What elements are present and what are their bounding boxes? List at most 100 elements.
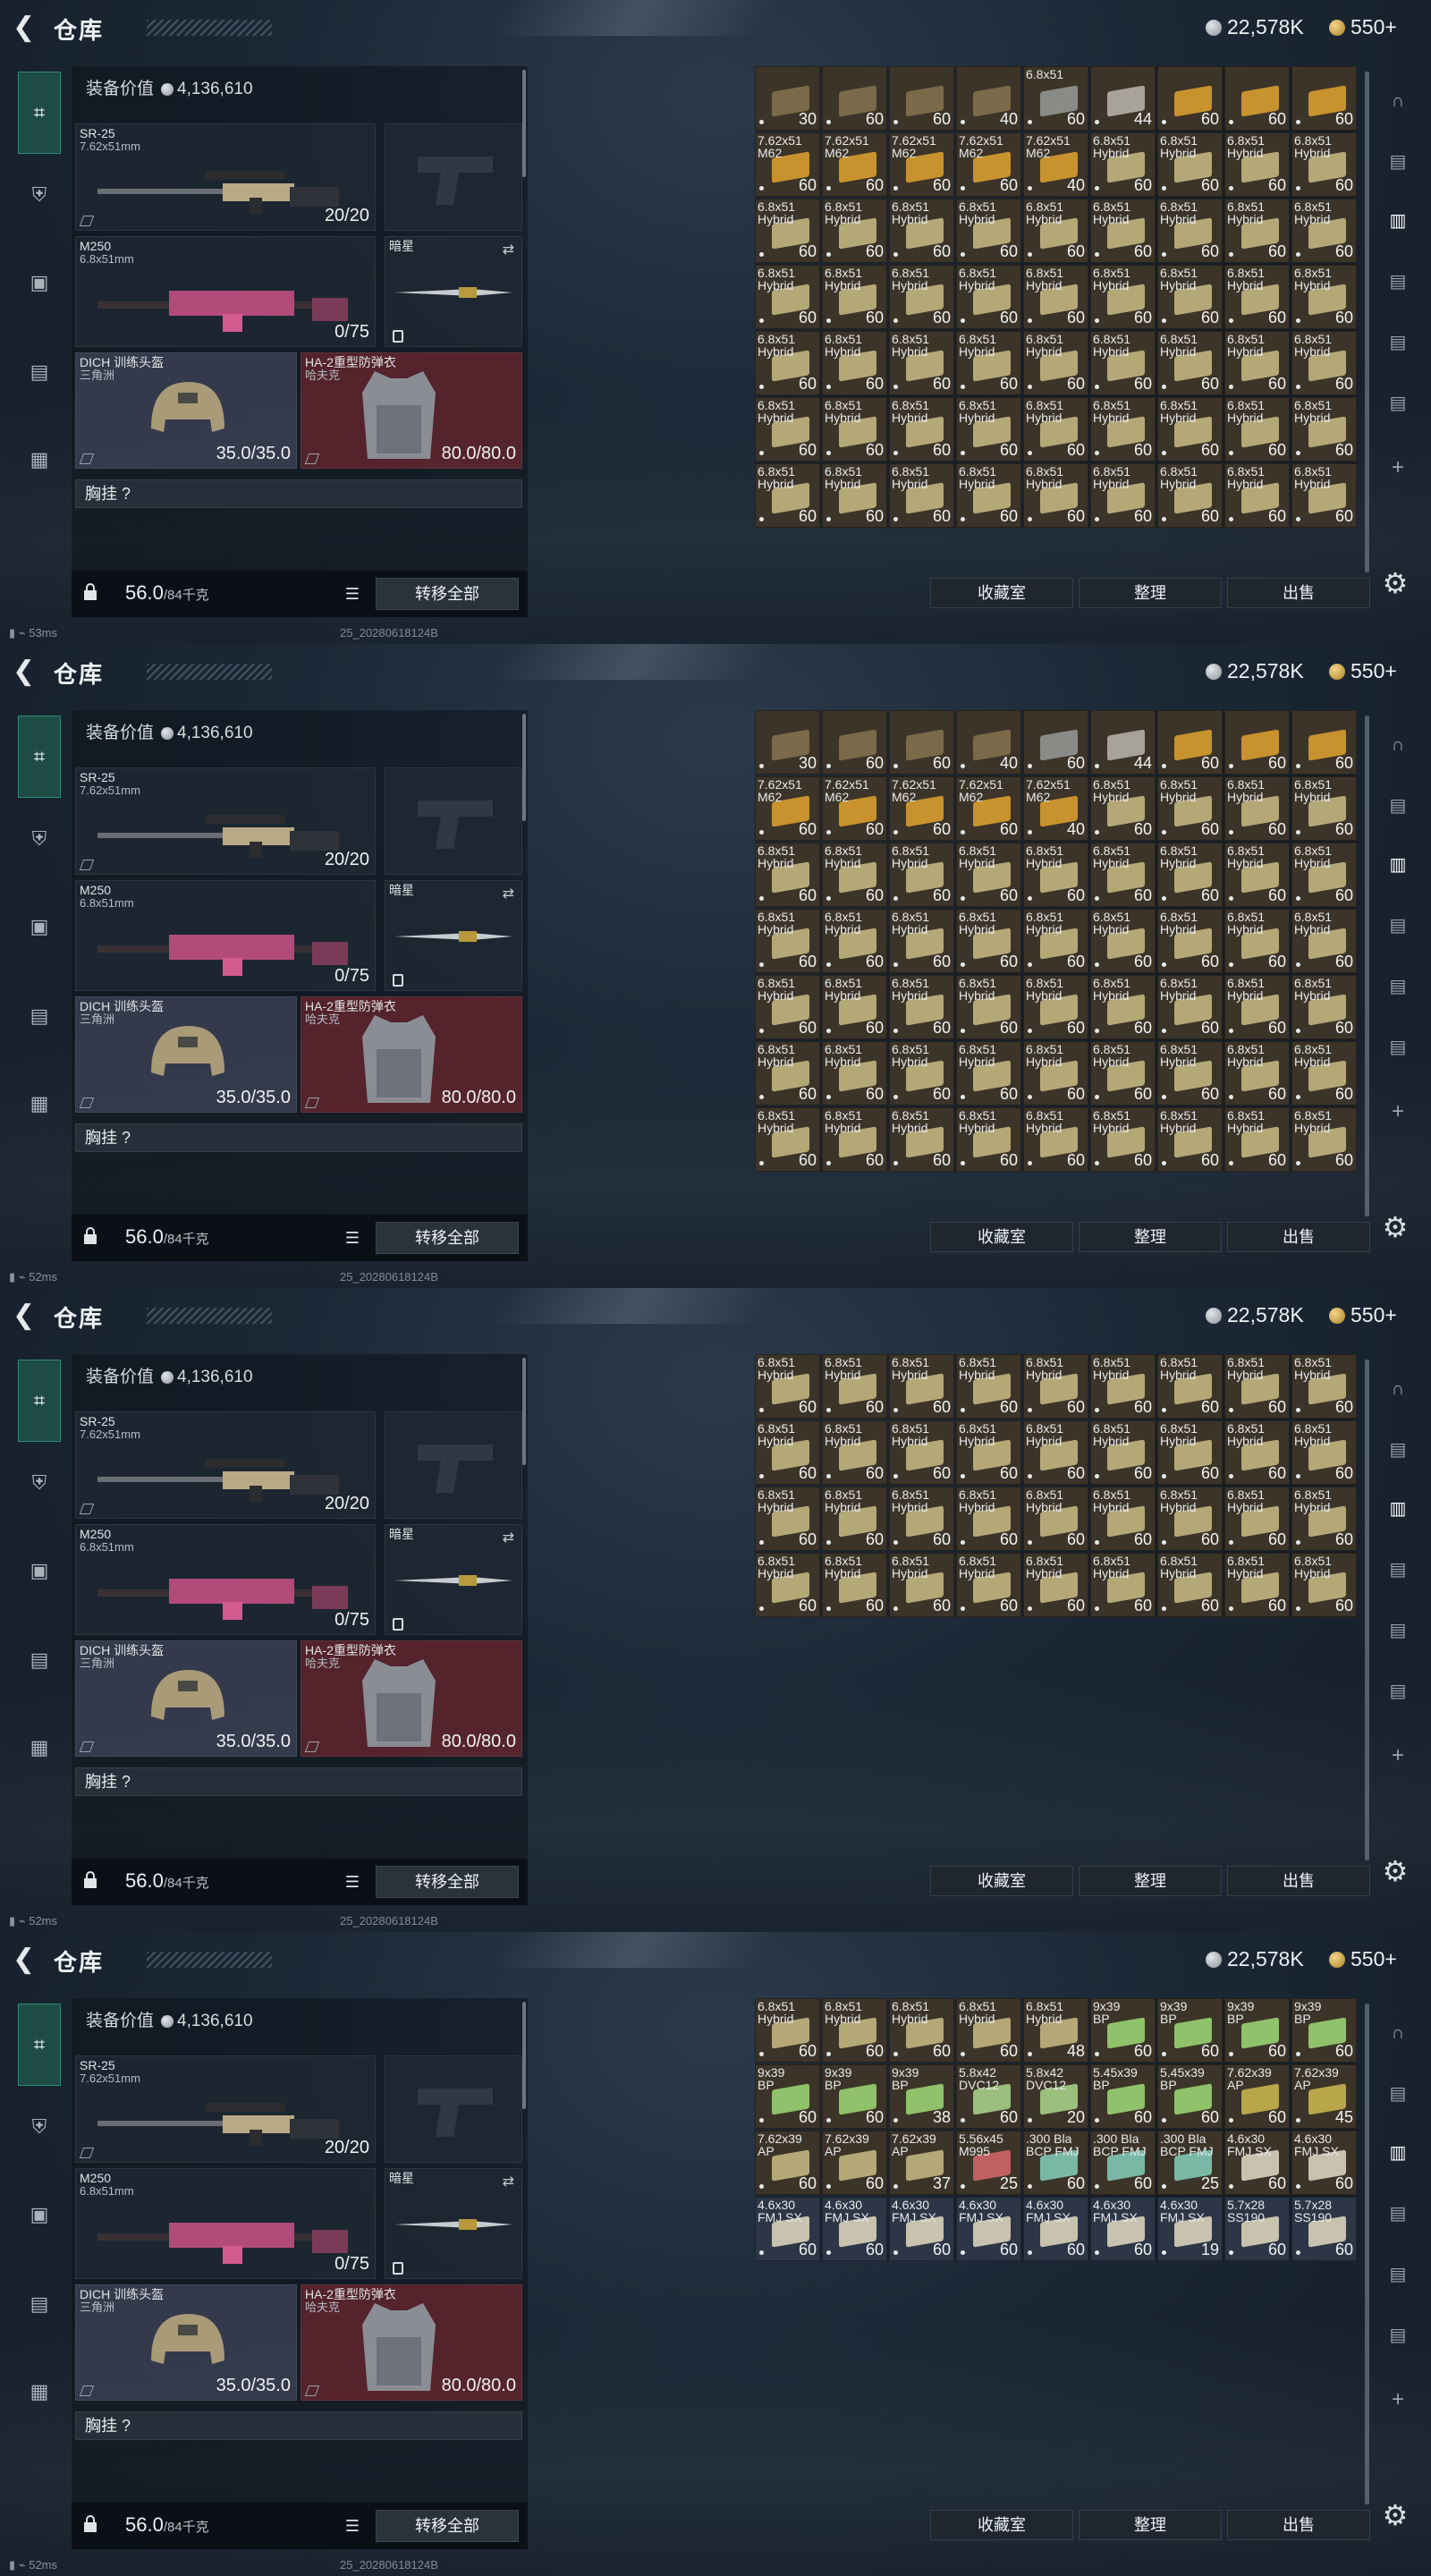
ammo-stack-cell[interactable]: 9x39 BP 60 — [1291, 1998, 1357, 2063]
ammo-stack-cell[interactable]: 6.8x51 Hybrid 60 — [755, 909, 820, 973]
melee-slot[interactable]: 暗星 ⇄ — [385, 236, 522, 347]
ammo-stack-cell[interactable]: 6.8x51 Hybrid 60 — [1157, 1041, 1223, 1106]
stash-tab-icon[interactable]: ▤ — [1377, 2193, 1418, 2234]
ammo-stack-cell[interactable]: 60 — [1157, 710, 1223, 775]
ammo-stack-cell[interactable]: 7.62x51 M62 60 — [889, 776, 954, 841]
stash-tab-icon[interactable]: ▤ — [1377, 322, 1418, 363]
ammo-stack-cell[interactable]: 60 — [1157, 66, 1223, 131]
ammo-stack-cell[interactable]: 6.8x51 Hybrid 60 — [755, 265, 820, 329]
clipboard-icon[interactable]: ▤ — [18, 995, 61, 1038]
ammo-stack-cell[interactable]: 6.8x51 Hybrid 60 — [1291, 776, 1357, 841]
ammo-stack-cell[interactable]: 6.8x51 Hybrid 60 — [889, 1041, 954, 1106]
briefcase-icon[interactable]: ▦ — [18, 1082, 61, 1125]
stash-tab-active-icon[interactable]: ▥ — [1377, 200, 1418, 242]
ammo-stack-cell[interactable]: 6.8x51 Hybrid 60 — [1090, 397, 1156, 462]
stash-tab-iv-icon[interactable]: ▤ — [1377, 2073, 1418, 2114]
ammo-stack-cell[interactable]: 6.8x51 Hybrid 60 — [1157, 1553, 1223, 1617]
ammo-stack-cell[interactable]: 6.8x51 Hybrid 60 — [1090, 1420, 1156, 1485]
storage-arch-icon[interactable]: ∩ — [1377, 2012, 1418, 2054]
armor-icon[interactable]: ⛨ — [18, 818, 61, 860]
ammo-stack-cell[interactable]: 9x39 BP 60 — [822, 2064, 887, 2129]
add-tab-icon[interactable]: + — [1377, 1735, 1418, 1776]
ammo-stack-cell[interactable]: 6.8x51 Hybrid 60 — [1157, 199, 1223, 263]
ammo-stack-cell[interactable]: 6.8x51 Hybrid 60 — [1224, 909, 1290, 973]
ammo-stack-cell[interactable]: 6.8x51 Hybrid 60 — [956, 1354, 1021, 1419]
secondary-weapon-slot[interactable]: M250 6.8x51mm 0/75 — [75, 1524, 376, 1635]
clipboard-icon[interactable]: ▤ — [18, 1639, 61, 1682]
storage-arch-icon[interactable]: ∩ — [1377, 724, 1418, 766]
ammo-stack-cell[interactable]: 60 — [1023, 710, 1088, 775]
silver-currency[interactable]: 22,578K — [1206, 658, 1304, 683]
ammo-stack-cell[interactable]: 4.6x30 FMJ SX 60 — [1090, 2197, 1156, 2261]
swap-icon[interactable]: ⇄ — [503, 885, 514, 902]
melee-slot[interactable]: 暗星 ⇄ — [385, 880, 522, 991]
ammo-stack-cell[interactable]: 6.8x51 Hybrid 60 — [1090, 1553, 1156, 1617]
transfer-all-button[interactable]: 转移全部 — [376, 1866, 519, 1898]
ammo-stack-cell[interactable]: 6.8x51 Hybrid 60 — [822, 1107, 887, 1172]
ammo-stack-cell[interactable]: 6.8x51 Hybrid 60 — [956, 265, 1021, 329]
ammo-stack-cell[interactable]: 6.8x51 Hybrid 60 — [1023, 1553, 1088, 1617]
stash-tab-icon[interactable]: ▤ — [1377, 261, 1418, 302]
ammo-stack-cell[interactable]: .300 Bla BCP FMJ 25 — [1157, 2131, 1223, 2195]
ammo-stack-cell[interactable]: 5.8x42 DVC12 20 — [1023, 2064, 1088, 2129]
ammo-stack-cell[interactable]: 6.8x51 Hybrid 60 — [1157, 331, 1223, 395]
briefcase-icon[interactable]: ▦ — [18, 1726, 61, 1769]
primary-weapon-slot[interactable]: SR-25 7.62x51mm 20/20 — [75, 767, 376, 875]
helmet-slot[interactable]: DICH 训练头盔 三角洲 35.0/35.0 — [75, 2284, 297, 2401]
ammo-stack-cell[interactable]: 6.8x51 Hybrid 60 — [956, 1420, 1021, 1485]
ammo-stack-cell[interactable]: 6.8x51 Hybrid 60 — [956, 1487, 1021, 1551]
ammo-stack-cell[interactable]: 60 — [889, 66, 954, 131]
ammo-stack-cell[interactable]: 7.62x51 M62 60 — [755, 132, 820, 197]
ammo-stack-cell[interactable]: 6.8x51 Hybrid 60 — [1291, 463, 1357, 528]
ammo-stack-cell[interactable]: 6.8x51 Hybrid 60 — [956, 1041, 1021, 1106]
ammo-stack-cell[interactable]: 6.8x51 Hybrid 60 — [889, 1998, 954, 2063]
list-icon[interactable]: ☰ — [342, 1227, 363, 1249]
ammo-stack-cell[interactable]: 6.8x51 Hybrid 60 — [1291, 1107, 1357, 1172]
stash-scrollbar[interactable] — [1365, 716, 1369, 1216]
primary-weapon-slot[interactable]: SR-25 7.62x51mm 20/20 — [75, 2055, 376, 2163]
ammo-stack-cell[interactable]: 60 — [822, 66, 887, 131]
armor-icon[interactable]: ⛨ — [18, 1462, 61, 1504]
settings-gear-icon[interactable]: ⚙ — [1379, 1211, 1411, 1243]
ammo-stack-cell[interactable]: 4.6x30 FMJ SX 60 — [956, 2197, 1021, 2261]
transfer-all-button[interactable]: 转移全部 — [376, 1222, 519, 1254]
ammo-stack-cell[interactable]: 6.8x51 Hybrid 60 — [1157, 265, 1223, 329]
backpack-icon[interactable]: ▣ — [18, 261, 61, 304]
helmet-slot[interactable]: DICH 训练头盔 三角洲 35.0/35.0 — [75, 1640, 297, 1757]
ammo-stack-cell[interactable]: 40 — [956, 66, 1021, 131]
ammo-stack-cell[interactable]: 6.8x51 Hybrid 60 — [822, 843, 887, 907]
ammo-stack-cell[interactable]: 6.8x51 Hybrid 60 — [956, 463, 1021, 528]
ammo-stack-cell[interactable]: 6.8x51 Hybrid 60 — [1023, 265, 1088, 329]
stash-scrollbar[interactable] — [1365, 2004, 1369, 2504]
ammo-stack-cell[interactable]: 44 — [1090, 710, 1156, 775]
ammo-stack-cell[interactable]: 6.8x51 Hybrid 60 — [1090, 975, 1156, 1039]
ammo-stack-cell[interactable]: 6.8x51 Hybrid 60 — [1157, 975, 1223, 1039]
ammo-stack-cell[interactable]: 60 — [1224, 710, 1290, 775]
ammo-stack-cell[interactable]: 60 — [1291, 710, 1357, 775]
ammo-stack-cell[interactable]: 6.8x51 Hybrid 60 — [889, 909, 954, 973]
pistol-slot-empty[interactable] — [385, 123, 522, 231]
collection-room-button[interactable]: 收藏室 — [930, 1866, 1073, 1896]
clipboard-icon[interactable]: ▤ — [18, 351, 61, 394]
ammo-stack-cell[interactable]: 7.62x39 AP 60 — [755, 2131, 820, 2195]
ammo-stack-cell[interactable]: 4.6x30 FMJ SX 60 — [1023, 2197, 1088, 2261]
ammo-stack-cell[interactable]: 6.8x51 Hybrid 60 — [755, 1420, 820, 1485]
ammo-stack-cell[interactable]: 6.8x51 Hybrid 60 — [1224, 975, 1290, 1039]
ammo-stack-cell[interactable]: 9x39 BP 60 — [755, 2064, 820, 2129]
ammo-stack-cell[interactable]: 6.8x51 Hybrid 60 — [1291, 1041, 1357, 1106]
chest-rig-slot[interactable]: 胸挂 ? — [75, 1123, 522, 1152]
ammo-stack-cell[interactable]: 6.8x51 Hybrid 60 — [1090, 265, 1156, 329]
list-icon[interactable]: ☰ — [342, 583, 363, 605]
ammo-stack-cell[interactable]: 6.8x51 Hybrid 60 — [1291, 397, 1357, 462]
ammo-stack-cell[interactable]: 6.8x51 Hybrid 60 — [822, 1998, 887, 2063]
sort-button[interactable]: 整理 — [1079, 1866, 1222, 1896]
ammo-stack-cell[interactable]: 44 — [1090, 66, 1156, 131]
stash-tab-iv-icon[interactable]: ▤ — [1377, 1429, 1418, 1470]
ammo-stack-cell[interactable]: 6.8x51 Hybrid 60 — [1023, 975, 1088, 1039]
ammo-stack-cell[interactable]: 6.8x51 Hybrid 60 — [889, 1354, 954, 1419]
ammo-stack-cell[interactable]: 30 — [755, 710, 820, 775]
ammo-stack-cell[interactable]: 6.8x51 Hybrid 60 — [822, 331, 887, 395]
ammo-stack-cell[interactable]: 6.8x51 Hybrid 60 — [1291, 1553, 1357, 1617]
melee-slot[interactable]: 暗星 ⇄ — [385, 1524, 522, 1635]
add-tab-icon[interactable]: + — [1377, 1091, 1418, 1132]
